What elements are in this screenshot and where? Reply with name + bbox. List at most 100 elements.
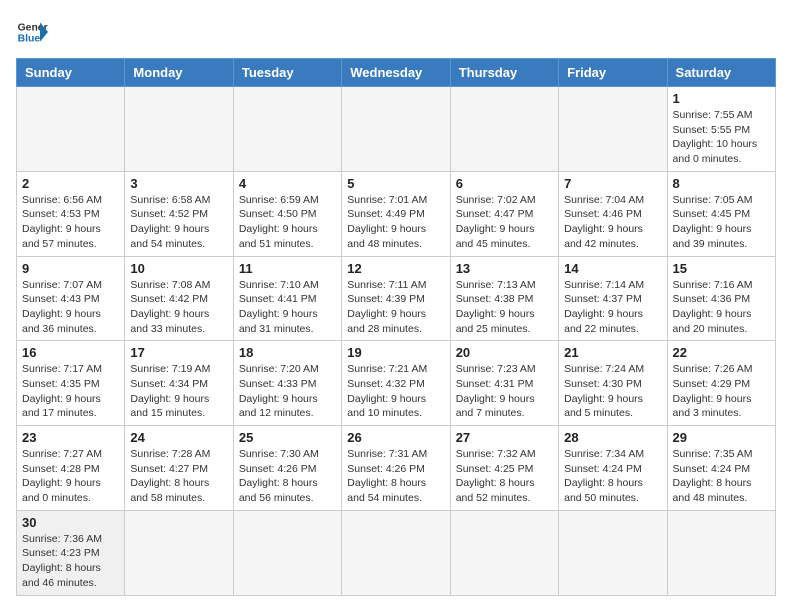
calendar-cell [17,87,125,172]
day-info: Sunrise: 7:04 AM Sunset: 4:46 PM Dayligh… [564,193,661,252]
day-info: Sunrise: 7:31 AM Sunset: 4:26 PM Dayligh… [347,447,444,506]
day-number: 18 [239,345,336,360]
weekday-monday: Monday [125,59,233,87]
day-info: Sunrise: 7:02 AM Sunset: 4:47 PM Dayligh… [456,193,553,252]
day-number: 3 [130,176,227,191]
header: General Blue [16,16,776,48]
calendar-cell: 4Sunrise: 6:59 AM Sunset: 4:50 PM Daylig… [233,171,341,256]
day-number: 26 [347,430,444,445]
day-info: Sunrise: 7:23 AM Sunset: 4:31 PM Dayligh… [456,362,553,421]
day-number: 7 [564,176,661,191]
calendar-cell: 20 Sunrise: 7:23 AM Sunset: 4:31 PM Dayli… [450,341,558,426]
calendar-cell: 27 Sunrise: 7:32 AM Sunset: 4:25 PM Dayli… [450,426,558,511]
calendar-cell: 13 Sunrise: 7:13 AM Sunset: 4:38 PM Dayli… [450,256,558,341]
day-number: 10 [130,261,227,276]
week-row-4: 23 Sunrise: 7:27 AM Sunset: 4:28 PM Dayli… [17,426,776,511]
day-number: 20 [456,345,553,360]
day-info: Sunrise: 7:10 AM Sunset: 4:41 PM Dayligh… [239,278,336,337]
logo-icon: General Blue [16,16,48,48]
week-row-5: 30Sunrise: 7:36 AM Sunset: 4:23 PM Dayli… [17,510,776,595]
day-info: Sunrise: 7:08 AM Sunset: 4:42 PM Dayligh… [130,278,227,337]
calendar: SundayMondayTuesdayWednesdayThursdayFrid… [16,58,776,596]
day-info: Sunrise: 7:35 AM Sunset: 4:24 PM Dayligh… [673,447,770,506]
day-info: Sunrise: 6:56 AM Sunset: 4:53 PM Dayligh… [22,193,119,252]
day-number: 30 [22,515,119,530]
day-number: 2 [22,176,119,191]
calendar-cell: 9 Sunrise: 7:07 AM Sunset: 4:43 PM Daylig… [17,256,125,341]
day-number: 27 [456,430,553,445]
day-number: 9 [22,261,119,276]
calendar-cell [450,510,558,595]
day-number: 21 [564,345,661,360]
calendar-cell: 2 Sunrise: 6:56 AM Sunset: 4:53 PM Daylig… [17,171,125,256]
day-number: 8 [673,176,770,191]
day-info: Sunrise: 7:21 AM Sunset: 4:32 PM Dayligh… [347,362,444,421]
day-number: 22 [673,345,770,360]
calendar-cell [342,87,450,172]
day-info: Sunrise: 7:27 AM Sunset: 4:28 PM Dayligh… [22,447,119,506]
week-row-1: 2 Sunrise: 6:56 AM Sunset: 4:53 PM Daylig… [17,171,776,256]
day-number: 1 [673,91,770,106]
day-info: Sunrise: 7:14 AM Sunset: 4:37 PM Dayligh… [564,278,661,337]
day-info: Sunrise: 7:01 AM Sunset: 4:49 PM Dayligh… [347,193,444,252]
day-number: 23 [22,430,119,445]
calendar-cell: 3 Sunrise: 6:58 AM Sunset: 4:52 PM Daylig… [125,171,233,256]
calendar-cell: 7 Sunrise: 7:04 AM Sunset: 4:46 PM Daylig… [559,171,667,256]
day-info: Sunrise: 7:16 AM Sunset: 4:36 PM Dayligh… [673,278,770,337]
calendar-cell: 29Sunrise: 7:35 AM Sunset: 4:24 PM Dayli… [667,426,775,511]
day-number: 19 [347,345,444,360]
calendar-cell [125,510,233,595]
calendar-cell: 5 Sunrise: 7:01 AM Sunset: 4:49 PM Daylig… [342,171,450,256]
day-info: Sunrise: 7:13 AM Sunset: 4:38 PM Dayligh… [456,278,553,337]
day-number: 6 [456,176,553,191]
day-number: 13 [456,261,553,276]
day-number: 28 [564,430,661,445]
day-number: 15 [673,261,770,276]
day-number: 12 [347,261,444,276]
calendar-cell: 15 Sunrise: 7:16 AM Sunset: 4:36 PM Dayli… [667,256,775,341]
calendar-cell [125,87,233,172]
weekday-sunday: Sunday [17,59,125,87]
calendar-cell: 18 Sunrise: 7:20 AM Sunset: 4:33 PM Dayli… [233,341,341,426]
calendar-cell: 11 Sunrise: 7:10 AM Sunset: 4:41 PM Dayli… [233,256,341,341]
day-info: Sunrise: 7:28 AM Sunset: 4:27 PM Dayligh… [130,447,227,506]
weekday-friday: Friday [559,59,667,87]
calendar-cell: 8 Sunrise: 7:05 AM Sunset: 4:45 PM Daylig… [667,171,775,256]
calendar-cell: 1 Sunrise: 7:55 AM Sunset: 5:55 PM Daylig… [667,87,775,172]
day-info: Sunrise: 7:05 AM Sunset: 4:45 PM Dayligh… [673,193,770,252]
weekday-saturday: Saturday [667,59,775,87]
day-number: 5 [347,176,444,191]
calendar-cell [233,510,341,595]
day-info: Sunrise: 7:26 AM Sunset: 4:29 PM Dayligh… [673,362,770,421]
day-number: 17 [130,345,227,360]
logo: General Blue [16,16,48,48]
calendar-cell [342,510,450,595]
week-row-3: 16 Sunrise: 7:17 AM Sunset: 4:35 PM Dayli… [17,341,776,426]
calendar-cell: 6 Sunrise: 7:02 AM Sunset: 4:47 PM Daylig… [450,171,558,256]
day-info: Sunrise: 7:32 AM Sunset: 4:25 PM Dayligh… [456,447,553,506]
day-info: Sunrise: 7:17 AM Sunset: 4:35 PM Dayligh… [22,362,119,421]
day-number: 24 [130,430,227,445]
calendar-cell [667,510,775,595]
day-info: Sunrise: 7:20 AM Sunset: 4:33 PM Dayligh… [239,362,336,421]
calendar-cell [559,87,667,172]
day-info: Sunrise: 7:11 AM Sunset: 4:39 PM Dayligh… [347,278,444,337]
calendar-cell: 22 Sunrise: 7:26 AM Sunset: 4:29 PM Dayli… [667,341,775,426]
day-number: 14 [564,261,661,276]
day-number: 25 [239,430,336,445]
day-number: 11 [239,261,336,276]
calendar-cell: 17Sunrise: 7:19 AM Sunset: 4:34 PM Dayli… [125,341,233,426]
day-info: Sunrise: 6:58 AM Sunset: 4:52 PM Dayligh… [130,193,227,252]
calendar-cell: 12 Sunrise: 7:11 AM Sunset: 4:39 PM Dayli… [342,256,450,341]
day-info: Sunrise: 7:07 AM Sunset: 4:43 PM Dayligh… [22,278,119,337]
calendar-cell: 30Sunrise: 7:36 AM Sunset: 4:23 PM Dayli… [17,510,125,595]
calendar-cell [559,510,667,595]
svg-text:Blue: Blue [18,34,41,45]
day-info: Sunrise: 7:30 AM Sunset: 4:26 PM Dayligh… [239,447,336,506]
week-row-0: 1 Sunrise: 7:55 AM Sunset: 5:55 PM Daylig… [17,87,776,172]
week-row-2: 9 Sunrise: 7:07 AM Sunset: 4:43 PM Daylig… [17,256,776,341]
day-number: 4 [239,176,336,191]
calendar-cell: 10 Sunrise: 7:08 AM Sunset: 4:42 PM Dayli… [125,256,233,341]
day-info: Sunrise: 7:55 AM Sunset: 5:55 PM Dayligh… [673,108,770,167]
day-number: 16 [22,345,119,360]
